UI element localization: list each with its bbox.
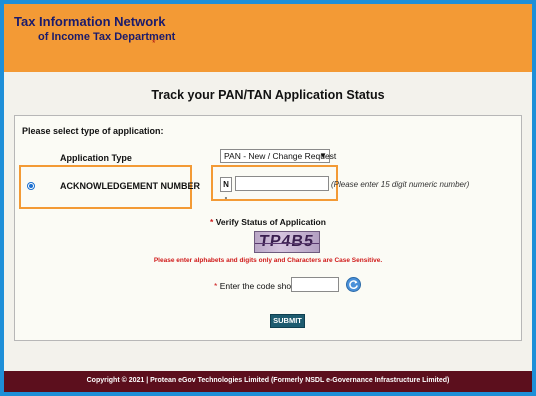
verify-heading: Verify Status of Application	[215, 217, 326, 227]
acknowledgement-label: ACKNOWLEDGEMENT NUMBER	[60, 181, 200, 191]
application-type-select[interactable]: PAN - New / Change Request ▼	[220, 149, 336, 163]
refresh-icon-glyph	[349, 280, 358, 289]
acknowledgement-number-input[interactable]	[235, 176, 329, 191]
site-header: Tax Information Network of Income Tax De…	[4, 4, 532, 72]
chevron-down-icon: ▼	[319, 151, 327, 160]
acknowledgement-radio[interactable]	[27, 182, 35, 190]
select-type-label: Please select type of application:	[22, 126, 164, 136]
captcha-noise-line	[255, 243, 319, 244]
page-title: Track your PAN/TAN Application Status	[151, 88, 385, 102]
verify-heading-row: * Verify Status of Application	[4, 217, 532, 227]
required-mark: *	[214, 281, 218, 291]
required-mark: *	[210, 217, 214, 227]
acknowledgement-hint: (Please enter 15 digit numeric number)	[331, 180, 470, 189]
acknowledgement-prefix: N -	[220, 177, 232, 202]
brand-title[interactable]: Tax Information Network	[14, 14, 165, 29]
application-type-label: Application Type	[60, 153, 132, 163]
brand-mark: *	[152, 38, 156, 48]
captcha-code-input[interactable]	[291, 277, 339, 292]
refresh-icon[interactable]	[346, 277, 361, 292]
site-footer: Copyright © 2021 | Protean eGov Technolo…	[4, 367, 532, 392]
captcha-text: TP4B5	[257, 233, 316, 250]
captcha-image: TP4B5	[254, 231, 320, 253]
submit-button[interactable]: SUBMIT	[270, 314, 305, 328]
captcha-warning: Please enter alphabets and digits only a…	[153, 257, 383, 264]
footer-copyright: Copyright © 2021 | Protean eGov Technolo…	[86, 377, 450, 384]
